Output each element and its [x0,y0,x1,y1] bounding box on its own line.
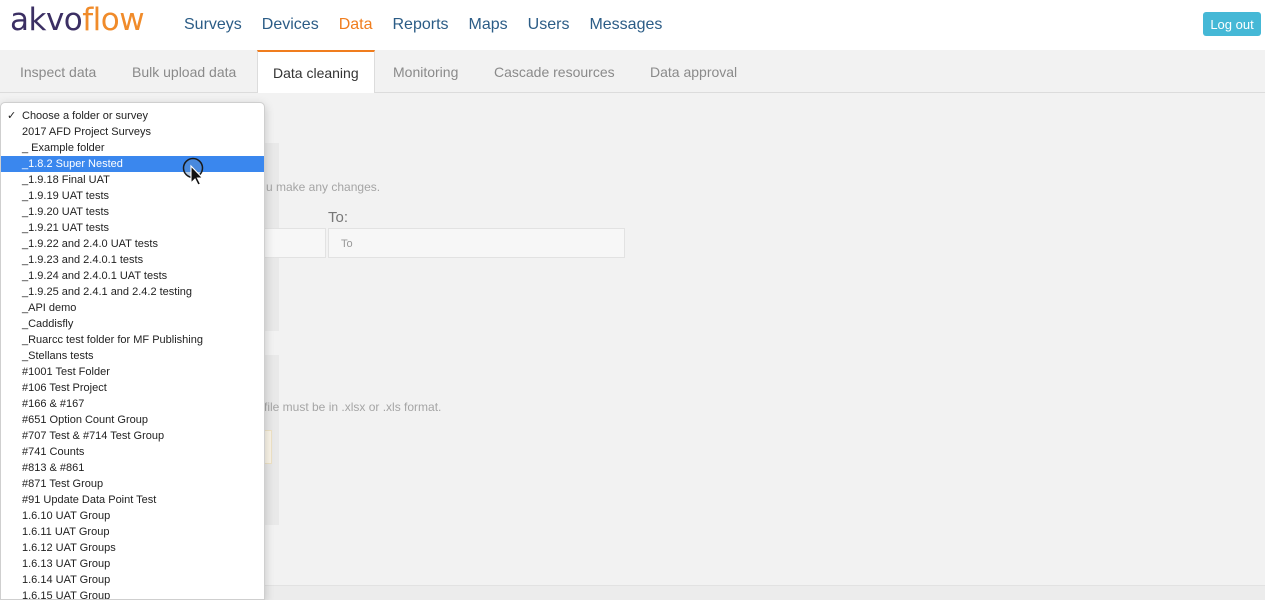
dropdown-option[interactable]: #813 & #861 [1,460,264,476]
dropdown-option[interactable]: #166 & #167 [1,396,264,412]
nav-messages[interactable]: Messages [589,16,662,34]
akvoflow-logo[interactable]: akvoflow [10,2,145,38]
data-subtabs: Inspect data Bulk upload data Data clean… [0,50,1265,94]
dropdown-option[interactable]: #741 Counts [1,444,264,460]
dropdown-option[interactable]: #91 Update Data Point Test [1,492,264,508]
dropdown-option[interactable]: _1.9.18 Final UAT [1,172,264,188]
dropdown-option[interactable]: _Caddisfly [1,316,264,332]
dropdown-option[interactable]: _1.9.19 UAT tests [1,188,264,204]
dropdown-option[interactable]: _1.8.2 Super Nested [1,156,264,172]
from-date-field[interactable] [255,228,326,258]
dropdown-option[interactable]: _1.9.25 and 2.4.1 and 2.4.2 testing [1,284,264,300]
tab-data-cleaning[interactable]: Data cleaning [257,50,375,94]
nav-users[interactable]: Users [528,16,570,34]
dropdown-option[interactable]: _1.9.20 UAT tests [1,204,264,220]
dropdown-option[interactable]: 1.6.11 UAT Group [1,524,264,540]
dropdown-option[interactable]: _1.9.22 and 2.4.0 UAT tests [1,236,264,252]
dropdown-option[interactable]: _Ruarcc test folder for MF Publishing [1,332,264,348]
dropdown-option[interactable]: _1.9.21 UAT tests [1,220,264,236]
dropdown-option[interactable]: 2017 AFD Project Surveys [1,124,264,140]
dropdown-option[interactable]: #707 Test & #714 Test Group [1,428,264,444]
tab-monitoring[interactable]: Monitoring [378,50,473,93]
to-label: To: [328,209,349,226]
dropdown-option-label: Choose a folder or survey [22,110,148,122]
dropdown-option[interactable]: _1.9.24 and 2.4.0.1 UAT tests [1,268,264,284]
tab-inspect-data[interactable]: Inspect data [5,50,111,93]
dropdown-option[interactable]: 1.6.10 UAT Group [1,508,264,524]
checkmark-icon: ✓ [7,110,17,122]
nav-devices[interactable]: Devices [262,16,319,34]
dropdown-option[interactable]: 1.6.14 UAT Group [1,572,264,588]
dropdown-option[interactable]: _Stellans tests [1,348,264,364]
logo-flow-text: flow [82,2,145,38]
logout-button[interactable]: Log out [1203,12,1261,36]
top-header: akvoflow Surveys Devices Data Reports Ma… [0,0,1265,50]
to-date-field[interactable]: To [328,228,625,258]
dropdown-option[interactable]: _ Example folder [1,140,264,156]
nav-data[interactable]: Data [339,16,373,34]
tab-bulk-upload-data[interactable]: Bulk upload data [117,50,251,93]
changes-hint: u make any changes. [266,180,381,194]
main-nav: Surveys Devices Data Reports Maps Users … [184,16,662,34]
dropdown-option[interactable]: _1.9.23 and 2.4.0.1 tests [1,252,264,268]
dropdown-option[interactable]: #871 Test Group [1,476,264,492]
survey-folder-dropdown[interactable]: ✓ Choose a folder or survey 2017 AFD Proje… [0,102,265,600]
dropdown-option[interactable]: ✓ Choose a folder or survey [1,108,264,124]
nav-surveys[interactable]: Surveys [184,16,242,34]
dropdown-option[interactable]: 1.6.13 UAT Group [1,556,264,572]
file-format-hint: file must be in .xlsx or .xls format. [264,400,442,414]
tab-data-approval[interactable]: Data approval [635,50,752,93]
dropdown-option[interactable]: #1001 Test Folder [1,364,264,380]
dropdown-option[interactable]: _API demo [1,300,264,316]
nav-maps[interactable]: Maps [469,16,508,34]
dropdown-option[interactable]: 1.6.15 UAT Group [1,588,264,599]
dropdown-option[interactable]: #106 Test Project [1,380,264,396]
dropdown-option[interactable]: #651 Option Count Group [1,412,264,428]
nav-reports[interactable]: Reports [393,16,449,34]
dropdown-option[interactable]: 1.6.12 UAT Groups [1,540,264,556]
logo-akvo-text: akvo [10,2,83,38]
tab-cascade-resources[interactable]: Cascade resources [479,50,630,93]
